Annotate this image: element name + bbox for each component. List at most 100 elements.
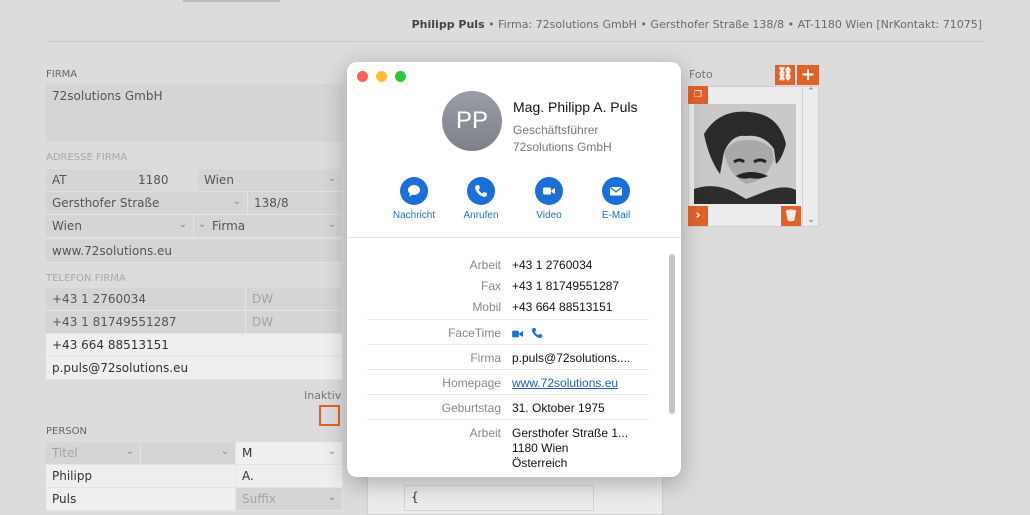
geburtstag-value: 31. Oktober 1975 <box>512 401 605 415</box>
address-type-select[interactable]: ⌄ Firma ⌄ <box>194 215 343 238</box>
suffix-placeholder: Suffix <box>242 492 276 506</box>
card-company: 72solutions GmbH <box>513 140 612 154</box>
phone2-field[interactable]: +43 1 81749551287 <box>46 311 246 334</box>
mobil-value[interactable]: +43 664 88513151 <box>512 300 612 314</box>
envelope-icon <box>602 177 630 205</box>
video-camera-icon <box>535 177 563 205</box>
message-label: Nachricht <box>392 210 436 221</box>
homepage-link[interactable]: www.72solutions.eu <box>512 376 618 390</box>
detail-divider <box>367 369 649 370</box>
street-field[interactable]: Gersthofer Straße ⌄ <box>46 192 248 215</box>
header-divider <box>46 41 986 42</box>
firma-email-value[interactable]: p.puls@72solutions.... <box>512 351 630 365</box>
titel-select[interactable]: Titel ⌄ <box>46 442 141 465</box>
detail-divider <box>367 394 649 395</box>
facetime-video-icon[interactable] <box>512 329 524 339</box>
delete-photo-button[interactable]: 🗑 <box>781 206 801 226</box>
firma-field[interactable]: 72solutions GmbH <box>46 84 343 142</box>
last-name-field[interactable]: Puls <box>46 488 236 511</box>
address-line3: Österreich <box>512 456 568 470</box>
video-label: Video <box>536 210 562 221</box>
titel-placeholder: Titel <box>52 446 78 460</box>
city-select[interactable]: Wien ⌄ <box>198 169 343 192</box>
contact-header: Philipp Puls • Firma: 72solutions GmbH •… <box>412 18 982 31</box>
photo-scrollbar[interactable]: ⌃ ⌄ <box>802 86 819 227</box>
chevron-down-icon: ⌄ <box>327 492 336 503</box>
phone1-dw-field[interactable]: DW <box>246 288 343 311</box>
plus-icon: + <box>800 65 816 85</box>
card-section-divider <box>347 237 681 238</box>
notes-field[interactable]: { <box>404 485 594 511</box>
header-name: Philipp Puls <box>411 18 485 31</box>
header-info: • Firma: 72solutions GmbH • Gersthofer S… <box>484 18 982 31</box>
chevron-down-icon: ⌄ <box>198 219 207 230</box>
address-line1[interactable]: Gersthofer Straße 1... <box>512 426 628 440</box>
facetime-actions <box>512 327 543 342</box>
chevron-right-icon: › <box>695 208 701 223</box>
middle-initial-field[interactable]: A. <box>236 465 343 488</box>
country-value: AT <box>52 173 67 187</box>
call-action[interactable]: Anrufen <box>451 177 511 221</box>
contact-card-popup: PP Mag. Philipp A. Puls Geschäftsführer … <box>347 62 681 477</box>
copy-photo-button[interactable]: ❐ <box>688 86 708 104</box>
call-label: Anrufen <box>463 210 499 221</box>
close-window-button[interactable] <box>357 71 368 82</box>
chevron-down-icon: ⌄ <box>327 446 336 457</box>
titel-suffix-select[interactable]: ⌄ <box>141 442 236 465</box>
add-photo-button[interactable]: + <box>797 65 819 85</box>
portrait-image <box>694 104 796 204</box>
website-field[interactable]: www.72solutions.eu <box>46 240 343 263</box>
minimize-window-button[interactable] <box>376 71 387 82</box>
region-value: Wien <box>52 219 82 233</box>
adresse-label: ADRESSE FIRMA <box>46 152 128 163</box>
detail-divider <box>367 419 649 420</box>
next-photo-button[interactable]: › <box>688 206 708 226</box>
region-select[interactable]: Wien ⌄ <box>46 215 194 238</box>
chevron-down-icon: ⌄ <box>125 446 134 457</box>
email-action[interactable]: E-Mail <box>586 177 646 221</box>
fax-value[interactable]: +43 1 81749551287 <box>512 279 619 293</box>
arbeit-label: Arbeit <box>469 258 501 272</box>
email-field[interactable]: p.puls@72solutions.eu <box>46 357 343 380</box>
detail-divider <box>367 319 649 320</box>
street-value: Gersthofer Straße <box>52 196 160 210</box>
mobil-label: Mobil <box>472 300 501 314</box>
link-photo-button[interactable]: ⛓ <box>775 65 795 85</box>
facetime-label: FaceTime <box>448 326 501 340</box>
video-action[interactable]: Video <box>519 177 579 221</box>
inaktiv-checkbox[interactable] <box>319 405 340 426</box>
first-name-field[interactable]: Philipp <box>46 465 236 488</box>
mobile-field[interactable]: +43 664 88513151 <box>46 334 343 357</box>
arbeit-value[interactable]: +43 1 2760034 <box>512 258 592 272</box>
zoom-window-button[interactable] <box>395 71 406 82</box>
chevron-down-icon: ⌄ <box>807 215 815 225</box>
foto-label: Foto <box>689 68 713 81</box>
gender-select[interactable]: M ⌄ <box>236 442 343 465</box>
gender-value: M <box>242 446 253 460</box>
chevron-down-icon: ⌄ <box>220 446 229 457</box>
zip-field[interactable]: 1180 <box>132 169 198 192</box>
card-scrollbar[interactable] <box>669 254 675 414</box>
chevron-down-icon: ⌄ <box>178 219 187 230</box>
chevron-up-icon: ⌃ <box>807 87 815 97</box>
geburtstag-label: Geburtstag <box>441 401 501 415</box>
email-label: E-Mail <box>601 210 631 221</box>
suffix-select[interactable]: Suffix ⌄ <box>236 488 343 511</box>
detail-row-address: Arbeit Gersthofer Straße 1... 1180 Wien … <box>367 426 649 472</box>
address-line2: 1180 Wien <box>512 441 569 455</box>
notes-panel: { <box>367 476 663 515</box>
address-label: Arbeit <box>469 426 501 440</box>
chevron-down-icon: ⌄ <box>232 196 241 207</box>
message-action[interactable]: Nachricht <box>384 177 444 221</box>
phone2-dw-field[interactable]: DW <box>246 311 343 334</box>
fax-label: Fax <box>480 279 501 293</box>
street-number-field[interactable]: 138/8 <box>248 192 343 215</box>
inaktiv-label: Inaktiv <box>304 389 342 402</box>
message-icon <box>400 177 428 205</box>
top-tab-indicator <box>183 0 280 2</box>
city-value: Wien <box>204 173 234 187</box>
chevron-down-icon: ⌄ <box>327 219 336 230</box>
card-full-name: Mag. Philipp A. Puls <box>513 99 638 115</box>
phone1-field[interactable]: +43 1 2760034 <box>46 288 246 311</box>
facetime-audio-icon[interactable] <box>531 327 543 339</box>
